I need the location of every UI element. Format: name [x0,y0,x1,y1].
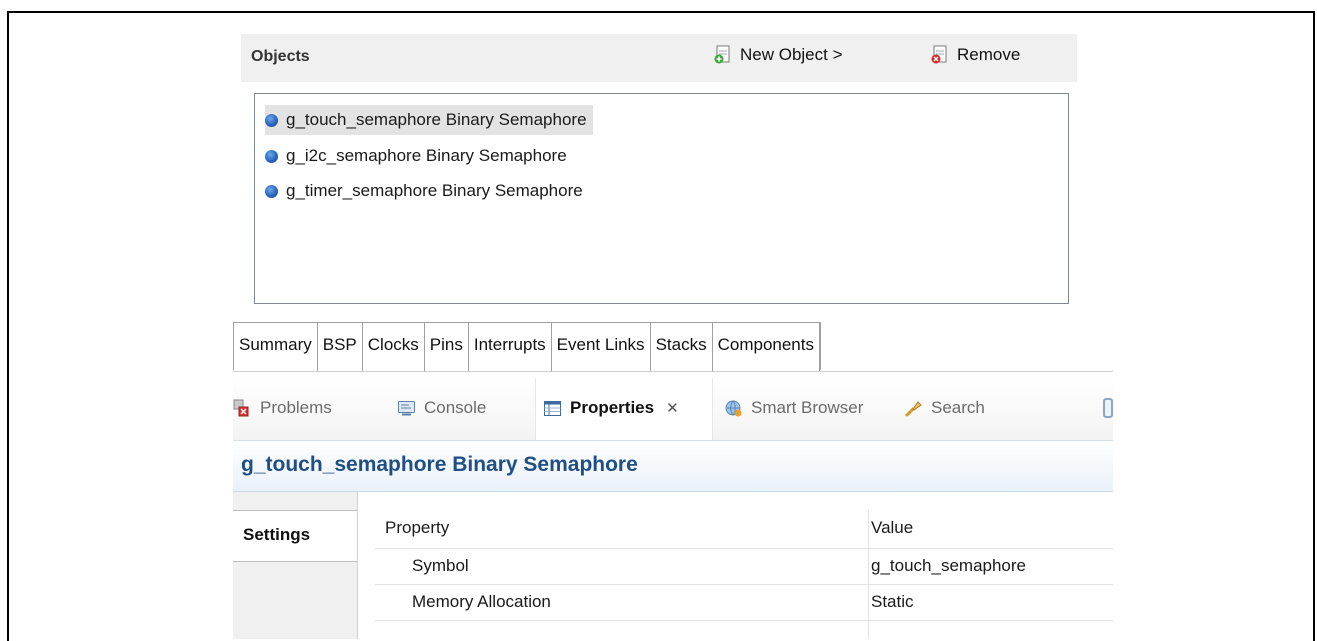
list-item-label: g_timer_semaphore Binary Semaphore [286,181,583,200]
search-icon [905,400,922,416]
new-object-icon [714,45,730,64]
remove-label: Remove [957,45,1021,64]
divider [357,492,358,639]
property-column-header: Property [385,518,450,537]
tab-properties[interactable]: Properties ✕ [543,392,679,424]
tab-console-label: Console [424,398,487,417]
remove-button[interactable]: Remove [931,45,1020,65]
tab-smart-browser[interactable]: Smart Browser [724,392,863,424]
close-icon[interactable]: ✕ [666,399,679,417]
remove-icon [931,45,947,64]
tab-components[interactable]: Components [712,323,820,371]
property-value[interactable]: g_touch_semaphore [871,556,1026,576]
list-item-label: g_i2c_semaphore Binary Semaphore [286,146,567,165]
property-value[interactable]: Static [871,592,914,612]
new-object-label: New Object > [740,45,843,64]
objects-header: Objects New Object > Remove [241,34,1077,82]
console-icon [398,400,415,415]
tab-search[interactable]: Search [904,392,985,424]
tab-summary[interactable]: Summary [234,323,318,371]
tab-properties-label: Properties [570,398,655,417]
list-item[interactable]: g_timer_semaphore Binary Semaphore [265,176,589,206]
configuration-tab-strip: Summary BSP Clocks Pins Interrupts Event… [233,322,821,371]
objects-list: g_touch_semaphore Binary Semaphore g_i2c… [254,93,1069,304]
semaphore-bullet-icon [265,184,278,198]
semaphore-bullet-icon [265,149,278,163]
configuration-tabs: Summary BSP Clocks Pins Interrupts Event… [233,322,1113,372]
tab-smart-browser-label: Smart Browser [751,398,864,417]
objects-title: Objects [251,48,310,65]
table-row[interactable]: Symbol g_touch_semaphore [375,548,1113,585]
tab-bsp[interactable]: BSP [317,323,363,371]
property-name: Memory Allocation [412,592,551,611]
view-tabs: Problems Console Properties ✕ Smart Brow… [233,378,1113,440]
page-title: g_touch_semaphore Binary Semaphore [241,453,638,476]
new-object-button[interactable]: New Object > [714,45,843,65]
problems-icon [233,399,249,416]
table-row[interactable]: Memory Allocation Static [375,584,1113,621]
semaphore-bullet-icon [265,113,278,127]
tab-clocks[interactable]: Clocks [362,323,425,371]
tab-pins[interactable]: Pins [424,323,469,371]
list-item-label: g_touch_semaphore Binary Semaphore [286,110,587,129]
tab-interrupts[interactable]: Interrupts [468,323,552,371]
overflow-view-icon[interactable] [1103,398,1113,418]
list-item[interactable]: g_touch_semaphore Binary Semaphore [265,105,593,135]
tab-console[interactable]: Console [397,392,486,424]
properties-content: Settings Property Value Symbol g_touch_s… [233,492,1113,639]
smart-browser-icon [725,400,742,416]
property-name: Symbol [412,556,469,575]
tab-problems[interactable]: Problems [233,392,332,424]
tab-problems-label: Problems [260,398,332,417]
tab-settings[interactable]: Settings [233,510,357,562]
table-header: Property Value [375,510,1113,549]
value-column-header: Value [871,518,914,537]
tab-settings-label: Settings [243,525,311,544]
tab-search-label: Search [931,398,985,417]
properties-title-bar: g_touch_semaphore Binary Semaphore [233,440,1113,492]
list-item[interactable]: g_i2c_semaphore Binary Semaphore [265,141,573,171]
properties-icon [544,400,561,416]
settings-side-tabs: Settings [233,492,357,639]
tab-event-links[interactable]: Event Links [551,323,651,371]
tab-stacks[interactable]: Stacks [650,323,713,371]
